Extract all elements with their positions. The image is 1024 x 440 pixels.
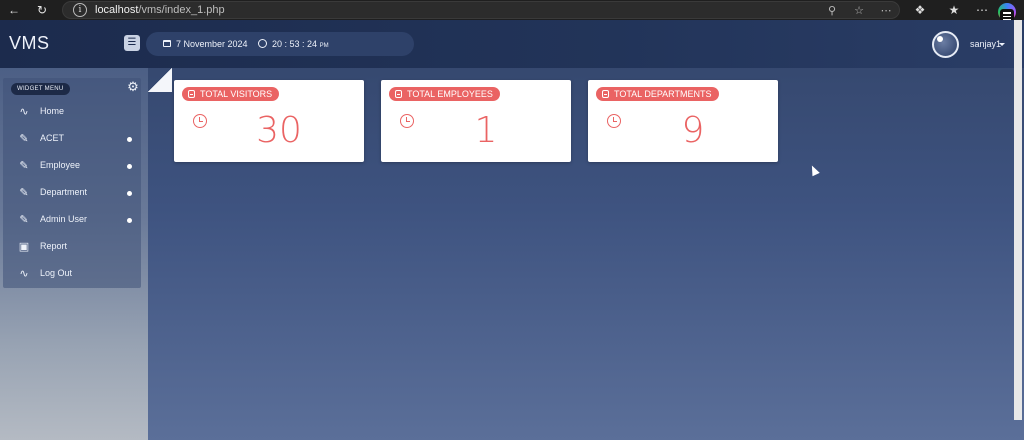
widget-menu-label: WIDGET MENU — [11, 83, 70, 95]
card-badge: TOTAL VISITORS — [182, 87, 280, 101]
building-icon — [395, 90, 402, 98]
submenu-indicator — [127, 164, 132, 169]
user-menu[interactable]: sanjay1 — [970, 39, 1001, 49]
back-arrow-icon[interactable]: ← — [6, 2, 22, 18]
edit-icon: ✎ — [19, 160, 29, 172]
browser-toolbar: ← ↻ i localhost/vms/index_1.php ⚲ ☆ ⋯ ❖ … — [0, 0, 1024, 23]
url-text: localhost/vms/index_1.php — [95, 4, 225, 16]
sidebar-item-home[interactable]: ∿ Home — [3, 101, 141, 123]
card-value: 9 — [681, 110, 705, 151]
sidebar-widget-menu: WIDGET MENU ⚙ ∿ Home ✎ ACET ✎ Employee ✎… — [3, 78, 141, 288]
clock-icon — [258, 39, 267, 48]
app-brand[interactable]: VMS — [9, 33, 50, 54]
reload-icon[interactable]: ↻ — [34, 2, 50, 18]
clock-icon — [607, 114, 621, 128]
sidebar-item-label: ACET — [40, 133, 65, 143]
sidebar-item-label: Admin User — [40, 214, 88, 224]
building-icon — [602, 90, 609, 98]
extensions-icon[interactable]: ❖ — [912, 2, 928, 18]
clock-icon — [193, 114, 207, 128]
site-info-icon[interactable]: i — [73, 3, 87, 17]
card-total-visitors[interactable]: TOTAL VISITORS 30 — [174, 80, 364, 162]
edit-icon: ✎ — [19, 214, 29, 226]
clock-icon — [400, 114, 414, 128]
current-date: 7 November 2024 — [176, 39, 248, 49]
building-icon — [188, 90, 195, 98]
sidebar-item-label: Home — [40, 106, 65, 116]
current-time: 20 : 53 : 24 PM — [272, 39, 329, 49]
datetime-pill: 7 November 2024 20 : 53 : 24 PM — [146, 32, 414, 56]
card-value: 30 — [256, 110, 302, 151]
edit-icon: ✎ — [19, 133, 29, 145]
card-badge: TOTAL DEPARTMENTS — [596, 87, 719, 101]
top-header: VMS ☰ 7 November 2024 20 : 53 : 24 PM sa… — [0, 20, 1024, 68]
chevron-down-icon[interactable] — [999, 43, 1005, 46]
sidebar-item-log-out[interactable]: ∿ Log Out — [3, 263, 141, 285]
sidebar-item-label: Log Out — [40, 268, 73, 278]
sidebar-item-label: Report — [40, 241, 68, 251]
rss-icon: ∿ — [19, 106, 29, 118]
submenu-indicator — [127, 218, 132, 223]
address-bar[interactable]: i localhost/vms/index_1.php ⚲ ☆ ⋯ — [62, 1, 900, 19]
favorite-star-icon[interactable]: ☆ — [852, 4, 866, 18]
sidebar-item-department[interactable]: ✎ Department — [3, 182, 141, 204]
sidebar-item-label: Employee — [40, 160, 81, 170]
sidebar-item-admin-user[interactable]: ✎ Admin User — [3, 209, 141, 231]
mouse-cursor-icon — [808, 163, 820, 177]
content-corner-decoration — [148, 68, 172, 92]
calendar-icon — [163, 40, 171, 47]
sidebar-item-acet[interactable]: ✎ ACET — [3, 128, 141, 150]
card-total-employees[interactable]: TOTAL EMPLOYEES 1 — [381, 80, 571, 162]
sidebar-item-employee[interactable]: ✎ Employee — [3, 155, 141, 177]
sidebar-item-label: Department — [40, 187, 88, 197]
camera-icon: ▣ — [18, 241, 30, 253]
card-badge: TOTAL EMPLOYEES — [389, 87, 500, 101]
card-value: 1 — [474, 110, 498, 151]
submenu-indicator — [127, 191, 132, 196]
edit-icon: ✎ — [19, 187, 29, 199]
sidebar-item-report[interactable]: ▣ Report — [3, 236, 141, 258]
avatar[interactable] — [932, 31, 959, 58]
zoom-icon[interactable]: ⚲ — [825, 4, 839, 18]
gear-icon[interactable]: ⚙ — [126, 80, 140, 94]
favorites-icon[interactable]: ★ — [946, 2, 962, 18]
page-scrollbar[interactable] — [1014, 20, 1022, 420]
card-total-departments[interactable]: TOTAL DEPARTMENTS 9 — [588, 80, 778, 162]
submenu-indicator — [127, 137, 132, 142]
settings-more-icon[interactable]: ⋯ — [974, 2, 990, 18]
more-tools-icon[interactable]: ⋯ — [879, 4, 893, 18]
app-viewport: VMS ☰ 7 November 2024 20 : 53 : 24 PM sa… — [0, 20, 1024, 440]
rss-icon: ∿ — [19, 268, 29, 280]
menu-toggle-button[interactable]: ☰ — [124, 35, 140, 51]
